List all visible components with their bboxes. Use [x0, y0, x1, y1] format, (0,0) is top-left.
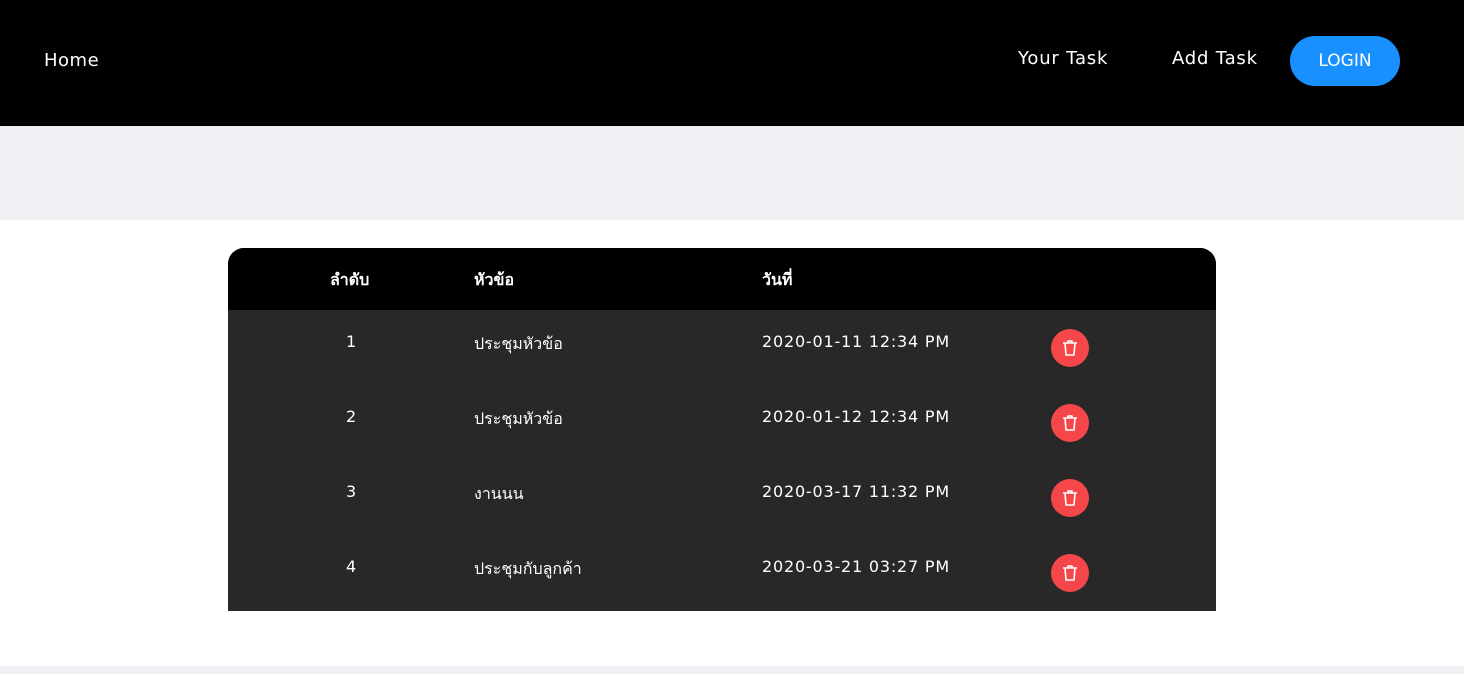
row-title: งานนน — [474, 484, 524, 503]
task-table: ลำดับ หัวข้อ วันที่ 1 ประชุมหัวข้อ 2020-… — [228, 248, 1216, 611]
header-band — [0, 126, 1464, 220]
delete-button[interactable] — [1051, 329, 1089, 367]
row-title: ประชุมกับลูกค้า — [474, 559, 582, 578]
table-row: 3 งานนน 2020-03-17 11:32 PM — [228, 460, 1216, 535]
trash-icon — [1062, 339, 1078, 357]
row-number: 3 — [346, 482, 357, 501]
header-date: วันที่ — [762, 270, 793, 289]
table-row: 4 ประชุมกับลูกค้า 2020-03-21 03:27 PM — [228, 535, 1216, 610]
nav-home-link[interactable]: Home — [44, 50, 99, 71]
table-header: ลำดับ หัวข้อ วันที่ — [228, 248, 1216, 310]
row-title: ประชุมหัวข้อ — [474, 334, 563, 353]
delete-button[interactable] — [1051, 554, 1089, 592]
nav-your-task-link[interactable]: Your Task — [1018, 48, 1108, 69]
row-number: 2 — [346, 407, 357, 426]
delete-button[interactable] — [1051, 404, 1089, 442]
trash-icon — [1062, 489, 1078, 507]
row-date: 2020-01-11 12:34 PM — [762, 332, 950, 351]
trash-icon — [1062, 414, 1078, 432]
row-date: 2020-01-12 12:34 PM — [762, 407, 950, 426]
row-number: 4 — [346, 557, 357, 576]
header-number: ลำดับ — [330, 270, 370, 289]
header-title: หัวข้อ — [474, 270, 515, 289]
row-title: ประชุมหัวข้อ — [474, 409, 563, 428]
nav-add-task-link[interactable]: Add Task — [1172, 48, 1258, 69]
delete-button[interactable] — [1051, 479, 1089, 517]
top-navbar: Home Your Task Add Task LOGIN — [0, 0, 1464, 126]
row-date: 2020-03-21 03:27 PM — [762, 557, 950, 576]
login-button[interactable]: LOGIN — [1290, 36, 1400, 86]
footer-band — [0, 666, 1464, 674]
row-number: 1 — [346, 332, 357, 351]
table-row: 2 ประชุมหัวข้อ 2020-01-12 12:34 PM — [228, 385, 1216, 460]
row-date: 2020-03-17 11:32 PM — [762, 482, 950, 501]
trash-icon — [1062, 564, 1078, 582]
table-row: 1 ประชุมหัวข้อ 2020-01-11 12:34 PM — [228, 310, 1216, 385]
